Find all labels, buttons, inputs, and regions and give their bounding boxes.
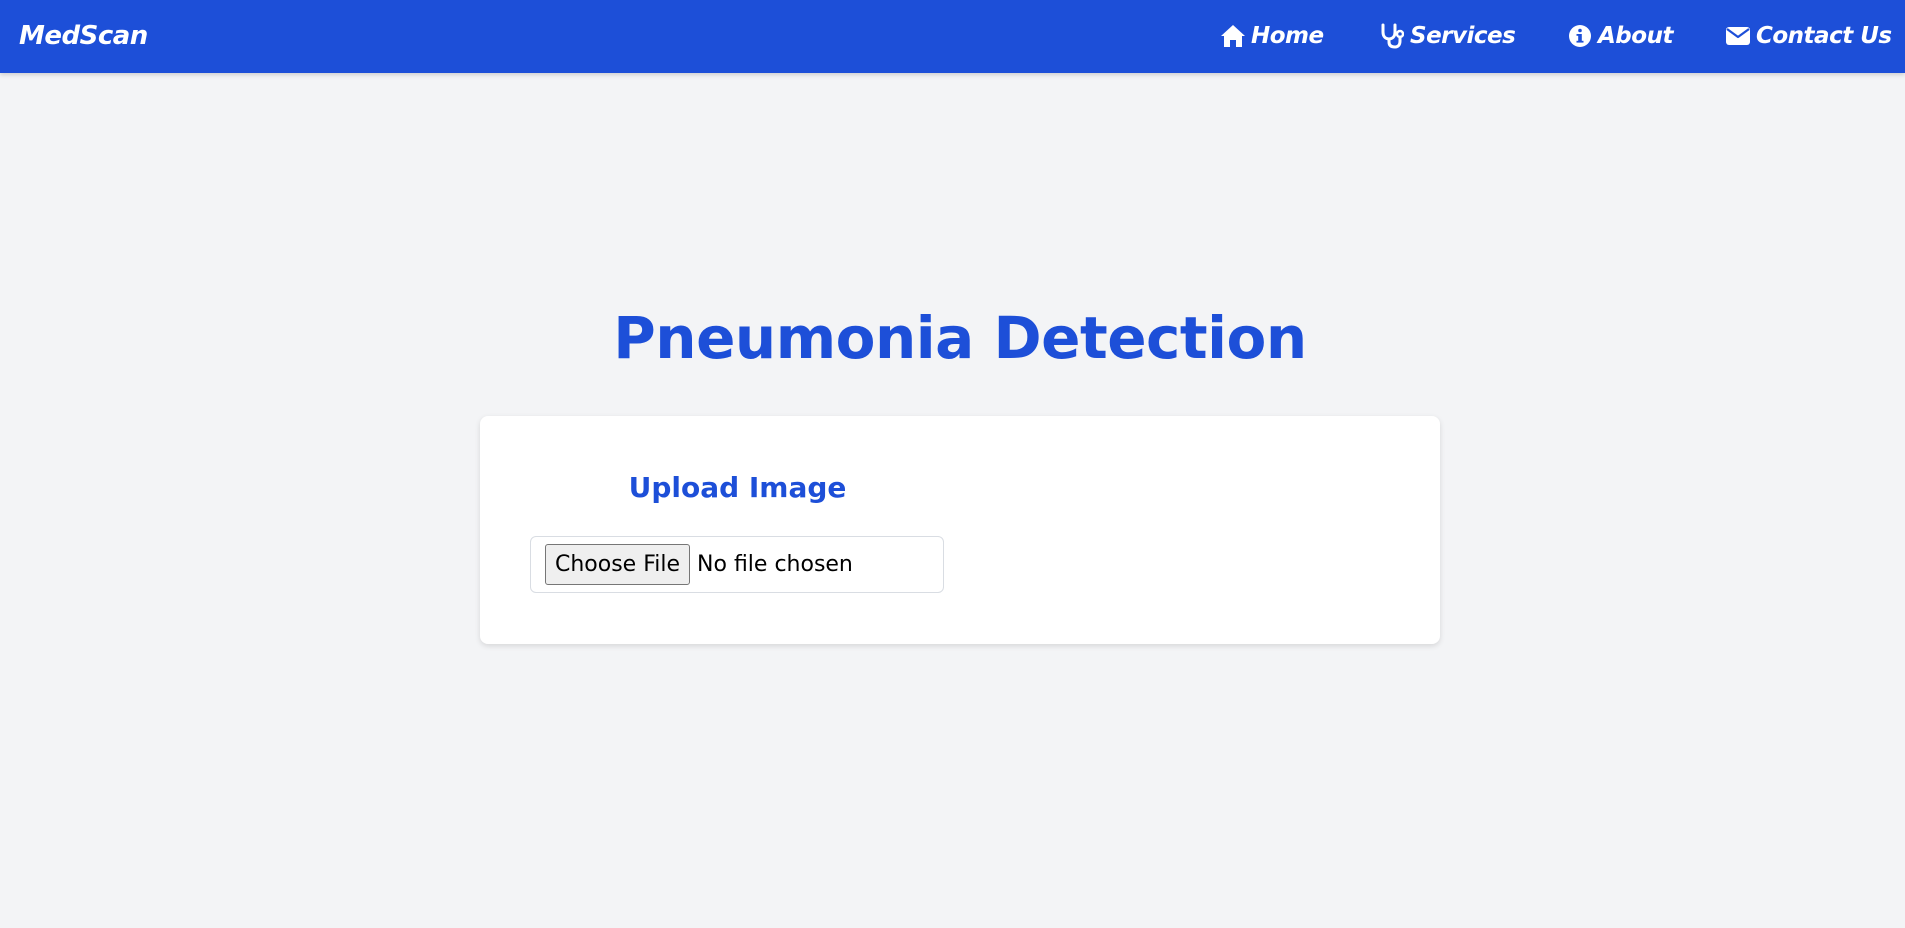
nav-link-services[interactable]: Services <box>1378 20 1516 52</box>
nav-link-contact-us[interactable]: Contact Us <box>1724 20 1892 52</box>
nav-label-services: Services <box>1410 23 1516 49</box>
choose-file-button[interactable]: Choose File <box>545 544 691 585</box>
upload-heading: Upload Image <box>628 471 847 504</box>
page-title: Pneumonia Detection <box>613 304 1307 372</box>
envelope-icon <box>1724 22 1752 50</box>
file-status-text: No file chosen <box>697 552 853 577</box>
brand-logo-text[interactable]: MedScan <box>19 20 148 52</box>
nav-label-about: About <box>1598 23 1673 49</box>
file-upload-input[interactable]: Choose File No file chosen <box>530 536 944 593</box>
home-icon <box>1219 22 1247 50</box>
nav-label-contact-us: Contact Us <box>1756 23 1892 49</box>
top-navbar: MedScan Home Services About Contact Us <box>0 0 1905 73</box>
nav-link-home[interactable]: Home <box>1219 20 1324 52</box>
nav-link-about[interactable]: About <box>1566 20 1673 52</box>
info-circle-icon <box>1566 22 1594 50</box>
upload-card <box>480 416 1440 644</box>
stethoscope-icon <box>1378 22 1406 50</box>
nav-label-home: Home <box>1251 23 1324 49</box>
